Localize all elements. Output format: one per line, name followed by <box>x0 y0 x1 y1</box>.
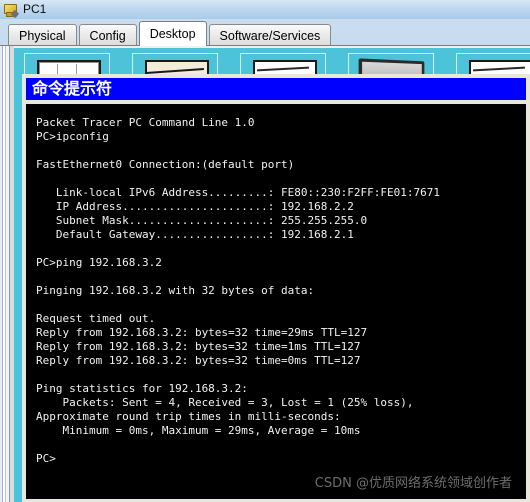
command-prompt-terminal[interactable]: Packet Tracer PC Command Line 1.0 PC>ipc… <box>26 104 526 499</box>
csdn-watermark: CSDN @优质网络系统领域创作者 <box>314 476 512 491</box>
tab-strip: Physical Config Desktop Software/Service… <box>0 19 530 46</box>
pc-device-window: PC1 Physical Config Desktop Software/Ser… <box>0 0 530 502</box>
command-prompt-titlebar: 命令提示符 <box>26 78 526 100</box>
tab-config[interactable]: Config <box>78 24 137 46</box>
tab-desktop[interactable]: Desktop <box>138 21 207 46</box>
window-titlebar: PC1 <box>0 0 530 19</box>
tab-software-services[interactable]: Software/Services <box>208 24 332 46</box>
tab-physical[interactable]: Physical <box>8 24 77 46</box>
window-title: PC1 <box>23 2 47 16</box>
simulated-pc-desktop: 命令提示符 Packet Tracer PC Command Line 1.0 … <box>14 48 530 502</box>
terminal-output-text: Packet Tracer PC Command Line 1.0 PC>ipc… <box>36 116 440 465</box>
command-prompt-window: 命令提示符 Packet Tracer PC Command Line 1.0 … <box>22 74 530 502</box>
panel-left-edge <box>0 46 14 502</box>
pc-device-icon <box>3 2 20 18</box>
device-content-panel: 命令提示符 Packet Tracer PC Command Line 1.0 … <box>0 45 530 502</box>
